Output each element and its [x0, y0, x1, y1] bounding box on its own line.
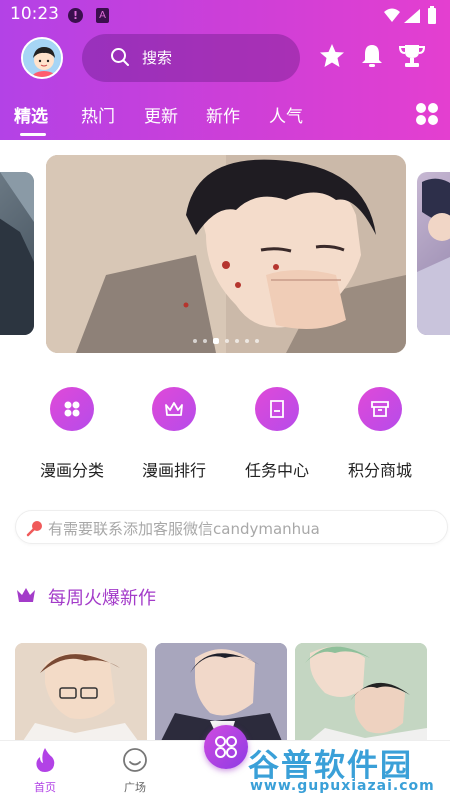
comic-cover[interactable]: [295, 643, 427, 753]
app-notification-icon: A: [96, 8, 109, 23]
tab-updated[interactable]: 更新: [144, 102, 178, 127]
menu-icon-bg: [358, 387, 402, 431]
menu-label: 漫画排行: [141, 461, 206, 480]
star-icon[interactable]: [319, 43, 345, 69]
notice-bar[interactable]: 有需要联系添加客服微信candymanhua: [15, 510, 448, 544]
user-avatar[interactable]: [21, 37, 63, 79]
carousel-dot[interactable]: [225, 338, 229, 343]
notice-text: 有需要联系添加客服微信candymanhua: [48, 520, 320, 538]
bell-icon[interactable]: [360, 43, 384, 69]
menu-label: 任务中心: [244, 461, 309, 480]
alert-icon: !: [68, 8, 83, 23]
tab-popular[interactable]: 人气: [269, 102, 303, 127]
carousel-dot-active[interactable]: [213, 337, 219, 344]
menu-icon-bg: [152, 387, 196, 431]
category-tabs: 精选 热门 更新 新作 人气: [0, 100, 450, 140]
nav-plaza[interactable]: 广场: [105, 747, 165, 795]
menu-label: 积分商城: [347, 461, 412, 480]
carousel-dot[interactable]: [255, 338, 259, 343]
grid-icon: [215, 736, 237, 758]
banner-prev-preview[interactable]: [0, 172, 34, 335]
menu-task-center[interactable]: 任务中心: [227, 387, 327, 487]
search-icon: [111, 48, 129, 66]
carousel-dot[interactable]: [193, 338, 197, 343]
menu-points-store[interactable]: 积分商城: [330, 387, 430, 487]
smiley-icon: [123, 748, 147, 772]
status-bar: 10:23 ! A: [0, 0, 450, 32]
all-categories-icon[interactable]: [415, 102, 439, 126]
banner-carousel[interactable]: [46, 155, 406, 353]
crown-icon: [165, 402, 183, 416]
nav-label: 首页: [34, 781, 56, 794]
tab-new[interactable]: 新作: [206, 102, 240, 127]
section-title: 每周火爆新作: [48, 588, 156, 609]
status-time: 10:23: [10, 4, 59, 24]
grid-icon: [64, 401, 80, 417]
signal-battery-icon: [384, 6, 436, 24]
active-tab-indicator: [20, 133, 46, 136]
menu-comic-ranking[interactable]: 漫画排行: [124, 387, 224, 487]
carousel-dot[interactable]: [245, 338, 249, 343]
megaphone-icon: [26, 521, 42, 537]
flame-icon: [36, 748, 55, 772]
banner-next-preview[interactable]: [417, 172, 450, 335]
watermark-url: www.gupuxiazai.com: [250, 778, 435, 794]
menu-icon-bg: [50, 387, 94, 431]
tab-featured[interactable]: 精选: [14, 102, 48, 127]
trophy-icon[interactable]: [398, 43, 426, 69]
crown-icon: [17, 588, 35, 602]
watermark-overlay: 谷普软件园 www.gupuxiazai.com: [248, 740, 448, 800]
store-icon: [371, 401, 389, 417]
carousel-dot[interactable]: [203, 338, 207, 343]
menu-comic-categories[interactable]: 漫画分类: [22, 387, 122, 487]
task-icon: [270, 400, 284, 418]
search-placeholder: 搜索: [142, 49, 173, 67]
menu-icon-bg: [255, 387, 299, 431]
menu-label: 漫画分类: [39, 461, 104, 480]
nav-home[interactable]: 首页: [15, 747, 75, 795]
search-bar[interactable]: 搜索: [82, 34, 300, 82]
banner-artwork: [46, 155, 406, 353]
comic-cover[interactable]: [15, 643, 147, 753]
carousel-indicator: [46, 330, 406, 344]
top-header: 10:23 ! A 搜索 精选 热门 更新 新作 人气: [0, 0, 450, 140]
tab-hot[interactable]: 热门: [81, 102, 115, 127]
center-action-button[interactable]: [204, 725, 248, 769]
carousel-dot[interactable]: [235, 338, 239, 343]
nav-label: 广场: [124, 781, 146, 794]
